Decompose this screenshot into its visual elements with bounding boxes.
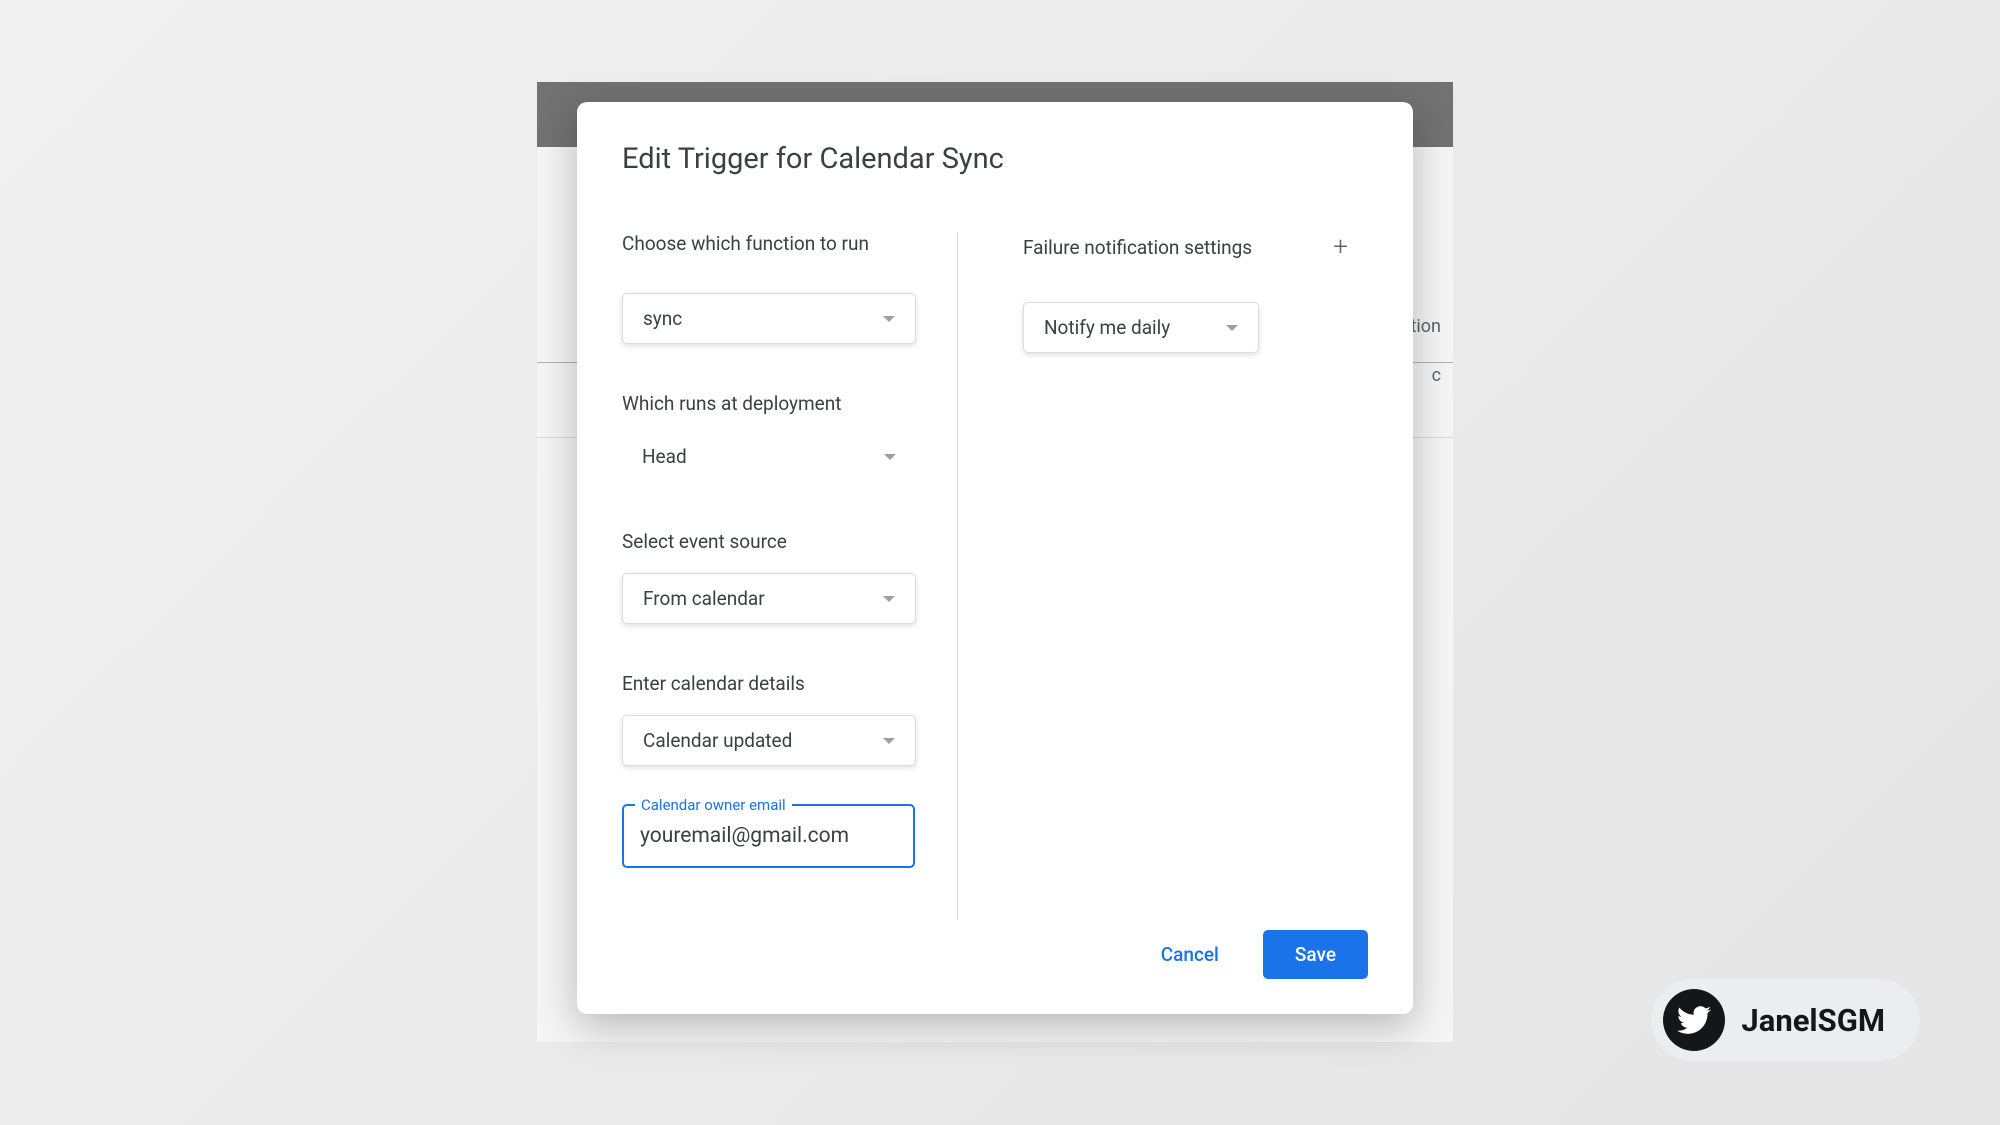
failure-notification-label: Failure notification settings xyxy=(1023,236,1252,259)
chevron-down-icon xyxy=(1226,325,1238,331)
event-source-select-value: From calendar xyxy=(643,587,765,610)
save-button[interactable]: Save xyxy=(1263,930,1368,979)
chevron-down-icon xyxy=(883,738,895,744)
backdrop-text-2: c xyxy=(1432,365,1441,386)
deployment-select-value: Head xyxy=(642,445,687,468)
watermark-handle: JanelSGM xyxy=(1741,1002,1885,1039)
cancel-button[interactable]: Cancel xyxy=(1145,933,1235,976)
email-floating-label: Calendar owner email xyxy=(635,796,792,814)
chevron-down-icon xyxy=(883,316,895,322)
failure-notification-value: Notify me daily xyxy=(1044,316,1170,339)
edit-trigger-modal: Edit Trigger for Calendar Sync Choose wh… xyxy=(577,102,1413,1014)
event-source-select[interactable]: From calendar xyxy=(622,573,916,624)
plus-icon[interactable]: + xyxy=(1333,232,1348,262)
twitter-icon xyxy=(1663,989,1725,1051)
calendar-details-label: Enter calendar details xyxy=(622,672,937,695)
deployment-label: Which runs at deployment xyxy=(622,392,937,415)
function-label: Choose which function to run xyxy=(622,232,937,255)
modal-title: Edit Trigger for Calendar Sync xyxy=(622,142,1368,176)
chevron-down-icon xyxy=(884,454,896,460)
watermark-badge: JanelSGM xyxy=(1651,979,1920,1061)
failure-notification-select[interactable]: Notify me daily xyxy=(1023,302,1259,353)
calendar-details-select[interactable]: Calendar updated xyxy=(622,715,916,766)
event-source-label: Select event source xyxy=(622,530,937,553)
chevron-down-icon xyxy=(883,596,895,602)
deployment-select[interactable]: Head xyxy=(622,431,916,482)
function-select-value: sync xyxy=(643,307,682,330)
calendar-details-select-value: Calendar updated xyxy=(643,729,792,752)
function-select[interactable]: sync xyxy=(622,293,916,344)
